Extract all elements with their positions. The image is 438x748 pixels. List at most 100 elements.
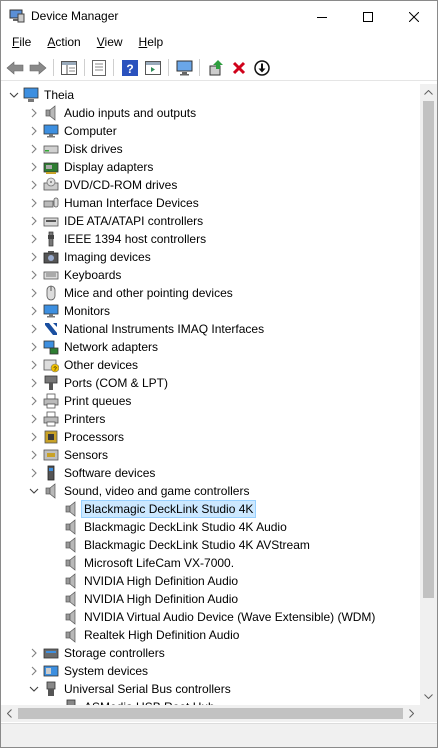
expand-toggle[interactable] bbox=[29, 252, 39, 262]
menu-file[interactable]: File bbox=[7, 32, 36, 53]
horizontal-scroll-thumb[interactable] bbox=[18, 708, 403, 719]
vertical-scroll-thumb[interactable] bbox=[423, 101, 434, 598]
expand-toggle[interactable] bbox=[29, 162, 39, 172]
tree-category[interactable]: ? Other devices bbox=[1, 356, 420, 374]
properties-button[interactable] bbox=[88, 57, 110, 79]
unknown-device-icon: ? bbox=[43, 359, 59, 373]
action-pane-icon bbox=[145, 61, 161, 75]
expand-toggle[interactable] bbox=[29, 288, 39, 298]
tree-category[interactable]: Imaging devices bbox=[1, 248, 420, 266]
tree-device[interactable]: Realtek High Definition Audio bbox=[1, 626, 420, 644]
expand-toggle[interactable] bbox=[29, 360, 39, 370]
expand-toggle[interactable] bbox=[29, 666, 39, 676]
tree-category[interactable]: Monitors bbox=[1, 302, 420, 320]
tree-device[interactable]: NVIDIA Virtual Audio Device (Wave Extens… bbox=[1, 608, 420, 626]
forward-button[interactable] bbox=[27, 57, 49, 79]
tree-item-label: Realtek High Definition Audio bbox=[84, 628, 240, 642]
scan-hardware-button[interactable] bbox=[174, 57, 196, 79]
tree-category[interactable]: Sound, video and game controllers bbox=[1, 482, 420, 500]
tree-category[interactable]: National Instruments IMAQ Interfaces bbox=[1, 320, 420, 338]
tree-category[interactable]: Computer bbox=[1, 122, 420, 140]
expand-toggle[interactable] bbox=[29, 270, 39, 280]
tree-device[interactable]: ASMedia USB Root Hub bbox=[1, 698, 420, 705]
tree-category[interactable]: Sensors bbox=[1, 446, 420, 464]
maximize-button[interactable] bbox=[345, 1, 391, 32]
uninstall-device-button[interactable] bbox=[228, 57, 250, 79]
menu-help[interactable]: Help bbox=[134, 32, 169, 53]
storage-icon bbox=[43, 648, 59, 659]
update-driver-button[interactable] bbox=[205, 57, 227, 79]
tree-category[interactable]: Print queues bbox=[1, 392, 420, 410]
minimize-button[interactable] bbox=[299, 1, 345, 32]
scroll-down-button[interactable] bbox=[420, 688, 437, 705]
title-bar[interactable]: Device Manager bbox=[1, 1, 437, 32]
close-button[interactable] bbox=[391, 1, 437, 32]
port-icon bbox=[44, 375, 58, 390]
scroll-right-button[interactable] bbox=[403, 705, 420, 722]
tree-category[interactable]: Printers bbox=[1, 410, 420, 428]
tree-category[interactable]: Ports (COM & LPT) bbox=[1, 374, 420, 392]
collapse-toggle[interactable] bbox=[29, 684, 39, 694]
expand-toggle[interactable] bbox=[29, 342, 39, 352]
tree-category[interactable]: Display adapters bbox=[1, 158, 420, 176]
menu-accelerator-letter: H bbox=[138, 35, 148, 49]
menu-view[interactable]: View bbox=[92, 32, 128, 53]
tree-category[interactable]: Network adapters bbox=[1, 338, 420, 356]
tree-category[interactable]: Storage controllers bbox=[1, 644, 420, 662]
tree-category[interactable]: Audio inputs and outputs bbox=[1, 104, 420, 122]
disable-device-button[interactable] bbox=[251, 57, 273, 79]
tree-category[interactable]: Mice and other pointing devices bbox=[1, 284, 420, 302]
expand-toggle[interactable] bbox=[29, 414, 39, 424]
expand-toggle[interactable] bbox=[29, 144, 39, 154]
tree-device[interactable]: NVIDIA High Definition Audio bbox=[1, 572, 420, 590]
expand-toggle[interactable] bbox=[29, 450, 39, 460]
device-tree[interactable]: Theia Audio inputs and outputs Computer Dis… bbox=[1, 84, 420, 705]
expand-toggle[interactable] bbox=[29, 216, 39, 226]
toolbar-separator bbox=[53, 59, 54, 76]
chevron-right-icon bbox=[31, 468, 37, 478]
tree-category[interactable]: Software devices bbox=[1, 464, 420, 482]
speaker-icon bbox=[65, 573, 76, 589]
tree-category[interactable]: Human Interface Devices bbox=[1, 194, 420, 212]
tree-device[interactable]: Blackmagic DeckLink Studio 4K AVStream bbox=[1, 536, 420, 554]
show-action-pane-button[interactable] bbox=[142, 57, 164, 79]
expand-toggle[interactable] bbox=[29, 396, 39, 406]
tree-item-label: Storage controllers bbox=[64, 646, 165, 660]
tree-device[interactable]: Microsoft LifeCam VX-7000. bbox=[1, 554, 420, 572]
tree-category[interactable]: DVD/CD-ROM drives bbox=[1, 176, 420, 194]
tree-category[interactable]: Keyboards bbox=[1, 266, 420, 284]
tree-category[interactable]: Disk drives bbox=[1, 140, 420, 158]
tree-device[interactable]: Blackmagic DeckLink Studio 4K bbox=[1, 500, 420, 518]
expand-toggle[interactable] bbox=[29, 648, 39, 658]
tree-category[interactable]: Processors bbox=[1, 428, 420, 446]
expand-toggle[interactable] bbox=[29, 378, 39, 388]
expand-toggle[interactable] bbox=[29, 324, 39, 334]
tree-category[interactable]: System devices bbox=[1, 662, 420, 680]
horizontal-scrollbar[interactable] bbox=[1, 705, 420, 722]
tree-category[interactable]: Universal Serial Bus controllers bbox=[1, 680, 420, 698]
expand-toggle[interactable] bbox=[29, 432, 39, 442]
menu-action[interactable]: Action bbox=[42, 32, 85, 53]
collapse-toggle[interactable] bbox=[9, 90, 19, 100]
processor-icon bbox=[44, 430, 58, 444]
expand-toggle[interactable] bbox=[29, 126, 39, 136]
expand-toggle[interactable] bbox=[29, 468, 39, 478]
expand-toggle[interactable] bbox=[29, 306, 39, 316]
tree-root-theia[interactable]: Theia bbox=[1, 86, 420, 104]
scroll-left-button[interactable] bbox=[1, 705, 18, 722]
tree-device[interactable]: NVIDIA High Definition Audio bbox=[1, 590, 420, 608]
chevron-right-icon bbox=[31, 432, 37, 442]
tree-category[interactable]: IDE ATA/ATAPI controllers bbox=[1, 212, 420, 230]
scroll-up-button[interactable] bbox=[420, 84, 437, 101]
tree-device[interactable]: Blackmagic DeckLink Studio 4K Audio bbox=[1, 518, 420, 536]
expand-toggle[interactable] bbox=[29, 180, 39, 190]
expand-toggle[interactable] bbox=[29, 234, 39, 244]
expand-toggle[interactable] bbox=[29, 198, 39, 208]
vertical-scrollbar[interactable] bbox=[420, 84, 437, 705]
collapse-toggle[interactable] bbox=[29, 486, 39, 496]
expand-toggle[interactable] bbox=[29, 108, 39, 118]
show-hide-console-tree-button[interactable] bbox=[58, 57, 80, 79]
help-button[interactable]: ? bbox=[119, 57, 141, 79]
back-button[interactable] bbox=[4, 57, 26, 79]
tree-category[interactable]: IEEE 1394 host controllers bbox=[1, 230, 420, 248]
